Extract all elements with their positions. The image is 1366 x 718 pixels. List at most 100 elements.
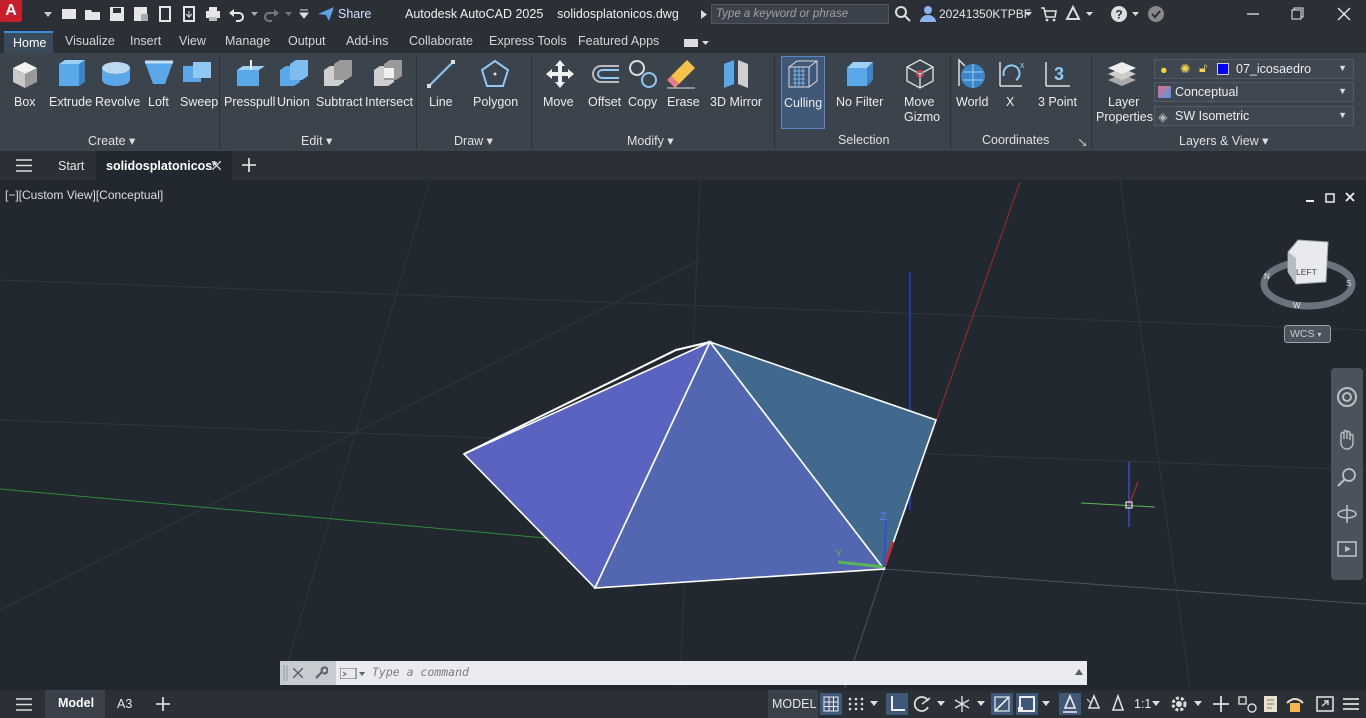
command-expand-icon[interactable] <box>1075 669 1083 675</box>
clean-screen-button[interactable] <box>1314 693 1336 715</box>
panel-layers-view-label[interactable]: Layers & View ▾ <box>1179 133 1268 148</box>
autodesk-app-icon[interactable] <box>1064 5 1082 23</box>
command-input-placeholder[interactable]: Type a command <box>372 665 469 679</box>
panel-draw-label[interactable]: Draw ▾ <box>454 133 493 148</box>
layer-dropdown[interactable]: ● ✺ 🔓︎ 07_icosaedro ▼ <box>1154 59 1354 79</box>
orbit-icon[interactable] <box>1336 503 1358 525</box>
isolate-objects-button[interactable] <box>1284 693 1306 715</box>
user-icon[interactable] <box>919 5 937 23</box>
tab-add-ins[interactable]: Add-ins <box>346 34 388 48</box>
steering-wheel-icon[interactable] <box>1336 386 1358 408</box>
compass-n[interactable]: N <box>1264 272 1270 281</box>
open-web-icon[interactable] <box>156 5 174 23</box>
viewcube-face-label[interactable]: LEFT <box>1296 267 1317 277</box>
undo-caret-icon[interactable] <box>251 12 258 17</box>
view-dropdown[interactable]: ◈ SW Isometric ▼ <box>1154 106 1354 126</box>
save-as-icon[interactable] <box>132 5 150 23</box>
share-button[interactable]: Share <box>338 7 371 21</box>
command-close-icon[interactable] <box>293 668 303 678</box>
dialog-launcher-icon[interactable] <box>1079 139 1086 146</box>
polar-caret-icon[interactable] <box>937 701 945 707</box>
viewcube[interactable]: LEFT N W S <box>1260 239 1356 310</box>
compass-s[interactable]: S <box>1346 279 1351 288</box>
units-button[interactable] <box>1236 693 1258 715</box>
osnap-caret-icon[interactable] <box>1042 701 1050 707</box>
redo-caret-icon[interactable] <box>285 12 292 17</box>
ortho-toggle[interactable] <box>886 693 908 715</box>
help-caret-icon[interactable] <box>1132 12 1139 17</box>
drawing-viewport[interactable]: [−][Custom View][Conceptual] Z Y LEFT N … <box>0 180 1366 688</box>
object-snap-toggle[interactable] <box>1016 693 1038 715</box>
ribbon-minimize-icon[interactable] <box>684 38 710 48</box>
tab-insert[interactable]: Insert <box>130 34 161 48</box>
model-space-toggle[interactable]: MODEL <box>768 690 818 718</box>
quick-properties-button[interactable] <box>1260 693 1282 715</box>
scale-dropdown[interactable]: 1:1 <box>1134 697 1151 711</box>
visual-style-dropdown[interactable]: Conceptual ▼ <box>1154 82 1354 102</box>
command-customize-icon[interactable] <box>314 666 328 680</box>
restore-icon[interactable] <box>1288 5 1306 23</box>
plot-icon[interactable] <box>204 5 222 23</box>
snap-toggle[interactable] <box>845 693 867 715</box>
save-web-icon[interactable] <box>180 5 198 23</box>
object-snap-tracking-toggle[interactable] <box>991 693 1013 715</box>
minimize-icon[interactable] <box>1244 5 1262 23</box>
pan-icon[interactable] <box>1336 428 1358 450</box>
annotation-monitor-button[interactable] <box>1210 693 1232 715</box>
tab-home[interactable]: Home <box>4 31 53 53</box>
new-file-icon[interactable] <box>60 5 78 23</box>
search-input[interactable]: Type a keyword or phrase <box>711 4 889 24</box>
user-account[interactable]: 20241350KTPBF <box>939 7 1031 21</box>
close-icon[interactable] <box>1335 5 1353 23</box>
polar-toggle[interactable] <box>911 693 933 715</box>
app-menu-caret-icon[interactable] <box>44 12 52 18</box>
feedback-icon[interactable] <box>1147 5 1165 23</box>
wcs-menu[interactable]: WCS ▾ <box>1284 325 1331 343</box>
customize-qat-icon[interactable] <box>299 9 309 19</box>
compass-w[interactable]: W <box>1293 301 1301 310</box>
culling-button[interactable]: Culling <box>781 56 825 129</box>
undo-icon[interactable] <box>228 5 246 23</box>
close-tab-icon[interactable] <box>212 161 221 170</box>
tab-start[interactable]: Start <box>58 159 84 173</box>
user-caret-icon[interactable] <box>1025 12 1032 17</box>
tab-manage[interactable]: Manage <box>225 34 270 48</box>
tab-layout-a3[interactable]: A3 <box>117 697 132 711</box>
cart-icon[interactable] <box>1040 5 1058 23</box>
share-icon[interactable] <box>317 5 335 23</box>
tab-collaborate[interactable]: Collaborate <box>409 34 473 48</box>
panel-modify-label[interactable]: Modify ▾ <box>627 133 674 148</box>
tab-solidosplatonicos[interactable]: solidosplatonicos* <box>96 151 232 180</box>
search-icon[interactable] <box>894 5 912 23</box>
isodraft-toggle[interactable] <box>951 693 973 715</box>
panel-edit-label[interactable]: Edit ▾ <box>301 133 332 148</box>
zoom-icon[interactable] <box>1336 466 1358 488</box>
showmotion-icon[interactable] <box>1336 538 1358 560</box>
tab-view[interactable]: View <box>179 34 206 48</box>
new-tab-icon[interactable] <box>242 158 256 172</box>
app-caret-icon[interactable] <box>1086 12 1093 17</box>
autocad-logo[interactable]: A <box>0 0 22 22</box>
tab-express-tools[interactable]: Express Tools <box>489 34 567 48</box>
save-icon[interactable] <box>108 5 126 23</box>
annotation-scale-button[interactable] <box>1107 693 1129 715</box>
panel-create-label[interactable]: Create ▾ <box>88 133 135 148</box>
isodraft-caret-icon[interactable] <box>977 701 985 707</box>
expand-arrow-icon[interactable] <box>701 10 707 19</box>
annotation-visibility-toggle[interactable] <box>1059 693 1081 715</box>
command-grip-icon[interactable] <box>283 665 289 681</box>
tab-visualize[interactable]: Visualize <box>65 34 115 48</box>
help-icon[interactable]: ? <box>1110 5 1128 23</box>
redo-icon[interactable] <box>262 5 280 23</box>
tab-featured-apps[interactable]: Featured Apps <box>578 34 659 48</box>
workspace-switch-button[interactable] <box>1168 693 1190 715</box>
snap-caret-icon[interactable] <box>870 701 878 707</box>
open-file-icon[interactable] <box>84 5 102 23</box>
tab-model[interactable]: Model <box>45 690 105 718</box>
grid-toggle[interactable] <box>820 693 842 715</box>
scale-caret-icon[interactable] <box>1152 701 1160 707</box>
workspace-caret-icon[interactable] <box>1194 701 1202 707</box>
auto-scale-toggle[interactable] <box>1083 693 1105 715</box>
hamburger-menu-icon[interactable] <box>16 159 32 172</box>
tab-output[interactable]: Output <box>288 34 326 48</box>
